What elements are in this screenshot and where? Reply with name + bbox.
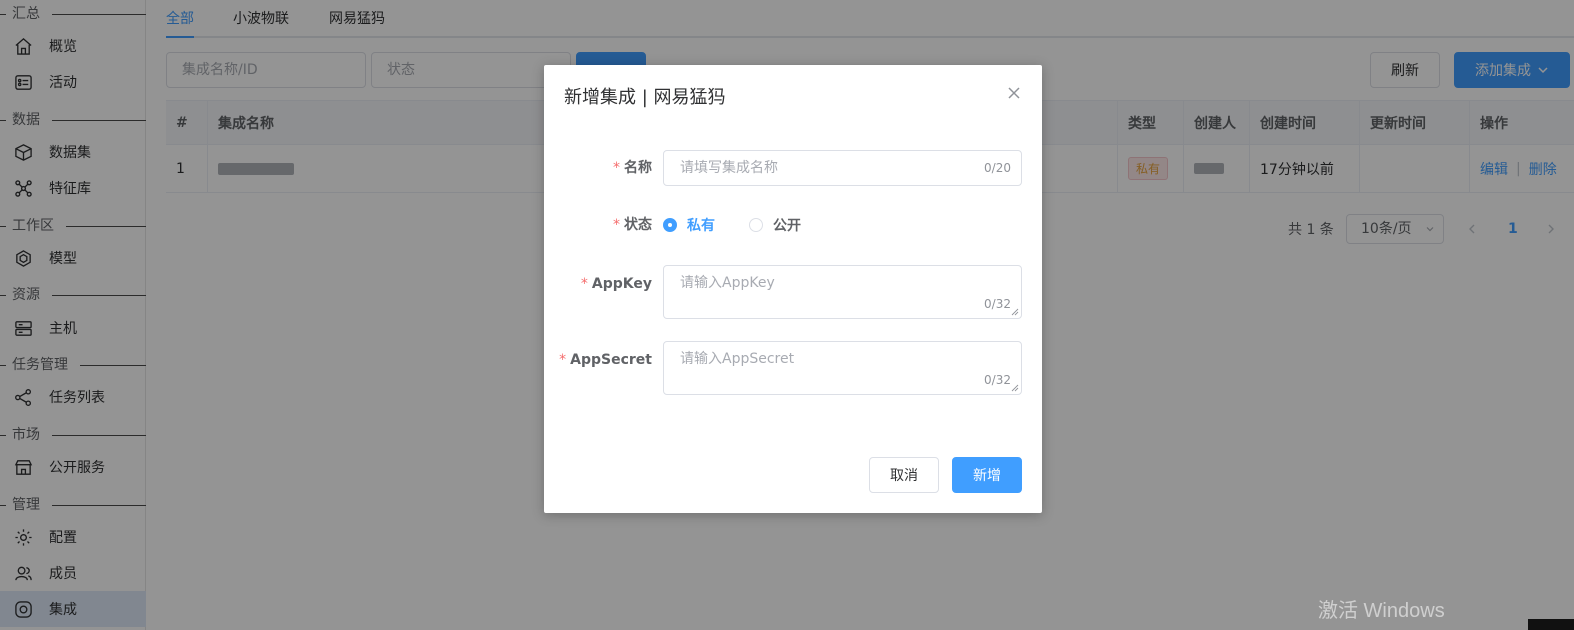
- windows-activation-watermark: 激活 Windows: [1318, 600, 1445, 622]
- appsecret-label: * AppSecret: [544, 342, 652, 378]
- appkey-label: * AppKey: [544, 266, 652, 302]
- name-label-text: 名称: [624, 160, 652, 176]
- taskbar-corner: [1528, 619, 1574, 630]
- cancel-button[interactable]: 取消: [869, 457, 939, 493]
- name-char-count: 0/20: [984, 161, 1011, 175]
- appkey-char-count: 0/32: [984, 297, 1011, 311]
- appsecret-textarea[interactable]: 请输入AppSecret 0/32: [663, 341, 1022, 395]
- dialog-title: 新增集成 | 网易猛犸: [564, 87, 726, 108]
- resize-handle-icon[interactable]: [1011, 308, 1019, 316]
- appsecret-placeholder: 请输入AppSecret: [680, 351, 795, 367]
- name-input[interactable]: 请填写集成名称 0/20: [663, 150, 1022, 186]
- close-icon: [1008, 87, 1020, 99]
- status-label-text: 状态: [624, 217, 652, 233]
- radio-checked-icon: [663, 218, 677, 232]
- status-label: * 状态: [544, 207, 652, 243]
- add-integration-dialog: 新增集成 | 网易猛犸 * 名称 请填写集成名称 0/20 * 状态 私有 公开 *…: [544, 65, 1042, 513]
- status-radio-private[interactable]: 私有: [663, 215, 715, 235]
- appkey-label-text: AppKey: [591, 276, 652, 292]
- appkey-textarea[interactable]: 请输入AppKey 0/32: [663, 265, 1022, 319]
- dialog-close-button[interactable]: [1006, 85, 1022, 101]
- radio-label: 公开: [773, 218, 801, 234]
- radio-unchecked-icon: [749, 218, 763, 232]
- required-mark: *: [613, 160, 620, 176]
- required-mark: *: [559, 352, 567, 368]
- appkey-placeholder: 请输入AppKey: [680, 275, 775, 291]
- status-radio-public[interactable]: 公开: [749, 215, 801, 235]
- resize-handle-icon[interactable]: [1011, 384, 1019, 392]
- required-mark: *: [613, 217, 620, 233]
- appsecret-label-text: AppSecret: [570, 352, 652, 368]
- radio-label: 私有: [687, 218, 715, 234]
- name-label: * 名称: [544, 150, 652, 186]
- appsecret-char-count: 0/32: [984, 373, 1011, 387]
- name-placeholder: 请填写集成名称: [680, 160, 778, 176]
- required-mark: *: [580, 276, 588, 292]
- submit-button[interactable]: 新增: [952, 457, 1022, 493]
